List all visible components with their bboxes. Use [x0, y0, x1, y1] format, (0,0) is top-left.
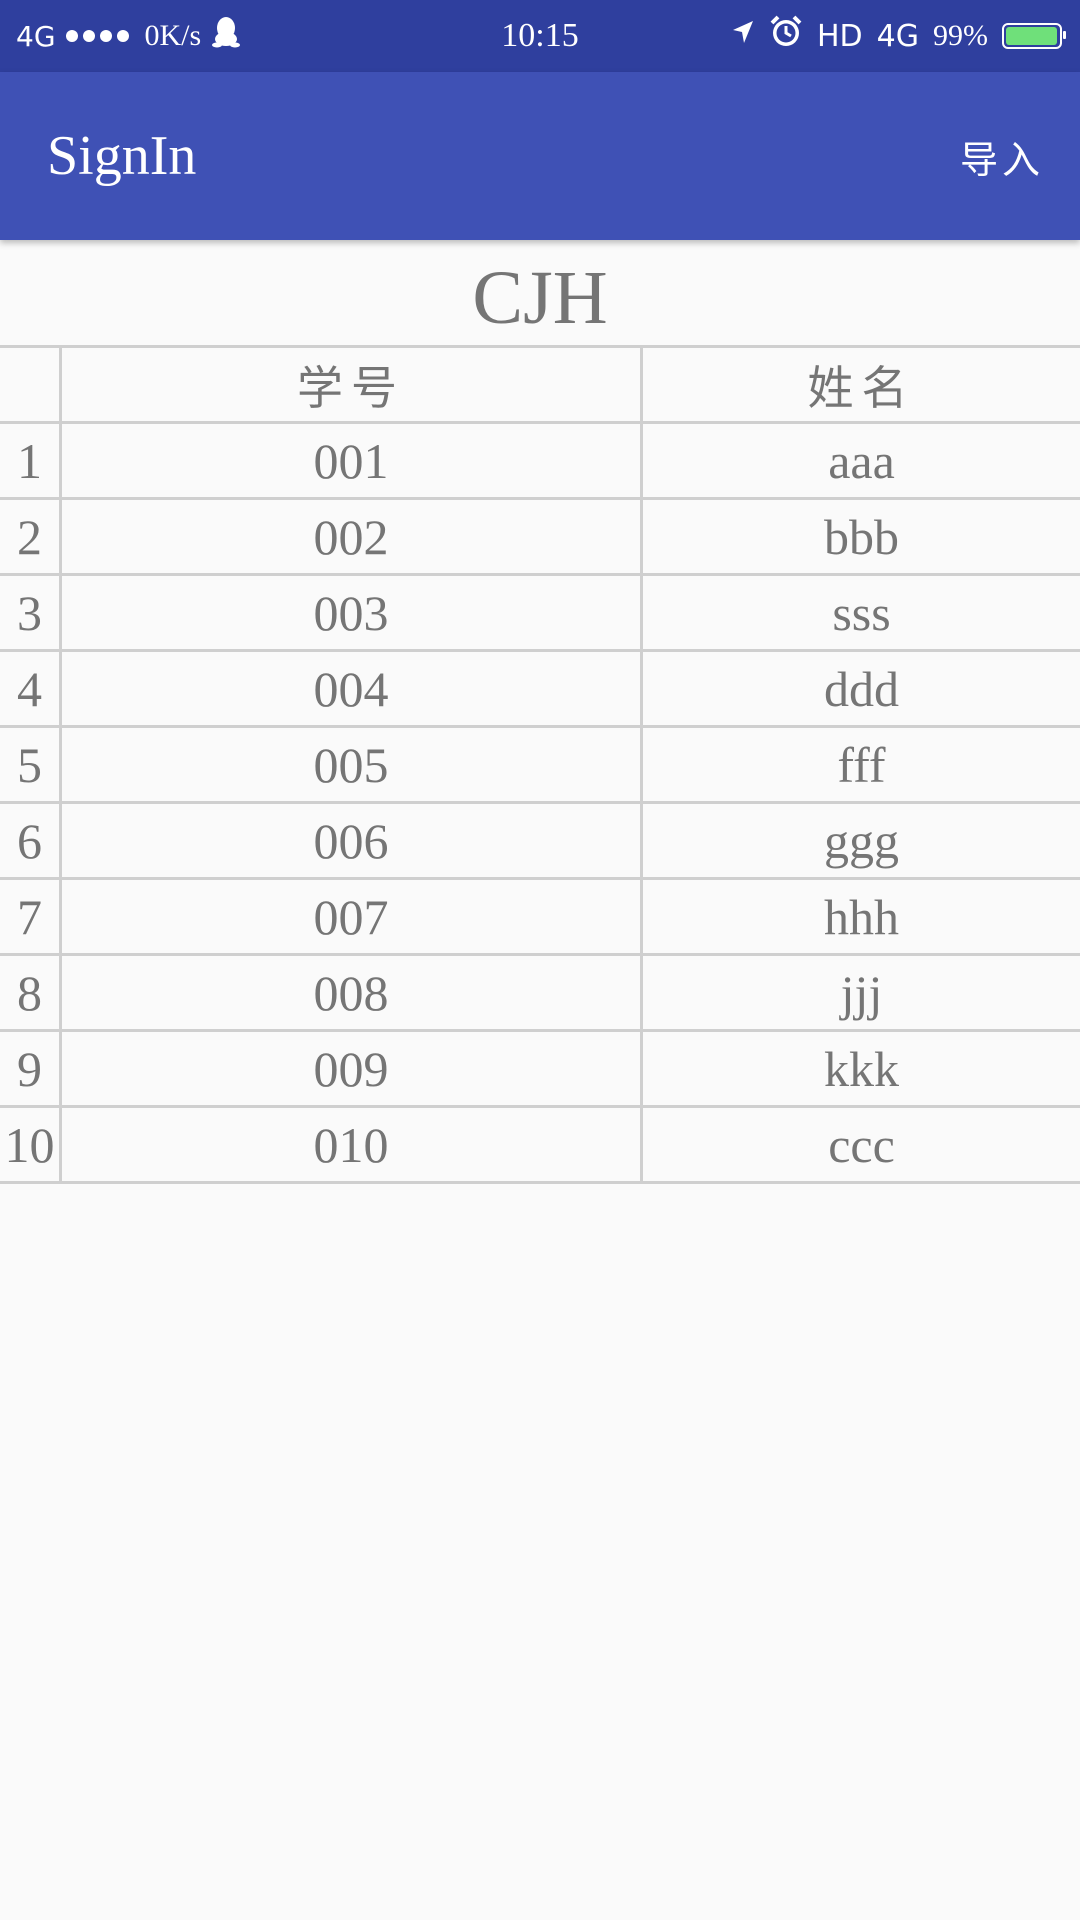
alarm-clock-icon [769, 15, 803, 57]
student-no-cell: 001 [62, 424, 643, 497]
signal-4g-label: 4G [876, 18, 919, 54]
row-index: 3 [0, 576, 62, 649]
status-left: 4G 0K/s [16, 0, 241, 72]
row-index: 7 [0, 880, 62, 953]
table-row: 6 006 ggg [0, 804, 1080, 880]
student-no-cell: 006 [62, 804, 643, 877]
student-no-cell: 002 [62, 500, 643, 573]
row-index: 6 [0, 804, 62, 877]
battery-icon [1002, 23, 1066, 49]
location-arrow-icon [731, 19, 755, 53]
header-name: 姓名 [807, 362, 916, 414]
table-row: 10 010 ccc [0, 1108, 1080, 1184]
table-row: 9 009 kkk [0, 1032, 1080, 1108]
row-index: 4 [0, 652, 62, 725]
table-row: 2 002 bbb [0, 500, 1080, 576]
app-bar: SignIn 导入 [0, 72, 1080, 240]
table-header-row: 学号 姓名 [0, 348, 1080, 424]
status-bar: 4G 0K/s 10:15 HD 4G 99% [0, 0, 1080, 72]
table-row: 3 003 sss [0, 576, 1080, 652]
table-row: 7 007 hhh [0, 880, 1080, 956]
battery-level [1006, 27, 1058, 45]
row-index: 9 [0, 1032, 62, 1105]
qq-penguin-icon [211, 15, 241, 57]
student-table: 学号 姓名 1 001 aaa 2 002 bbb 3 003 sss 4 00… [0, 345, 1080, 1184]
student-no-cell: 005 [62, 728, 643, 801]
name-cell: kkk [824, 1040, 899, 1097]
name-cell: jjj [840, 964, 883, 1021]
app-title: SignIn [47, 125, 197, 187]
table-row: 5 005 fff [0, 728, 1080, 804]
name-cell: fff [837, 736, 886, 793]
signal-type-label: 4G [16, 19, 56, 53]
student-no-cell: 007 [62, 880, 643, 953]
student-no-cell: 004 [62, 652, 643, 725]
status-right: HD 4G 99% [731, 0, 1066, 72]
table-row: 4 004 ddd [0, 652, 1080, 728]
name-cell: ddd [824, 660, 899, 717]
import-button[interactable]: 导入 [960, 72, 1044, 240]
name-cell: bbb [824, 508, 899, 565]
battery-percent-label: 99% [933, 19, 988, 52]
header-student-no: 学号 [62, 348, 643, 421]
student-no-cell: 010 [62, 1108, 643, 1181]
table-row: 8 008 jjj [0, 956, 1080, 1032]
row-index: 1 [0, 424, 62, 497]
student-no-cell: 003 [62, 576, 643, 649]
name-cell: aaa [828, 432, 895, 489]
net-speed-label: 0K/s [144, 19, 202, 52]
row-index: 10 [0, 1108, 62, 1181]
student-no-cell: 008 [62, 956, 643, 1029]
row-index: 8 [0, 956, 62, 1029]
name-cell: sss [832, 584, 891, 641]
student-no-cell: 009 [62, 1032, 643, 1105]
table-title: CJH [472, 255, 608, 340]
signal-dots-icon [65, 30, 129, 42]
row-index: 5 [0, 728, 62, 801]
header-index [0, 348, 62, 421]
hd-label: HD [816, 18, 863, 54]
name-cell: ggg [824, 812, 899, 869]
table-row: 1 001 aaa [0, 424, 1080, 500]
name-cell: ccc [828, 1116, 895, 1173]
row-index: 2 [0, 500, 62, 573]
name-cell: hhh [824, 888, 899, 945]
